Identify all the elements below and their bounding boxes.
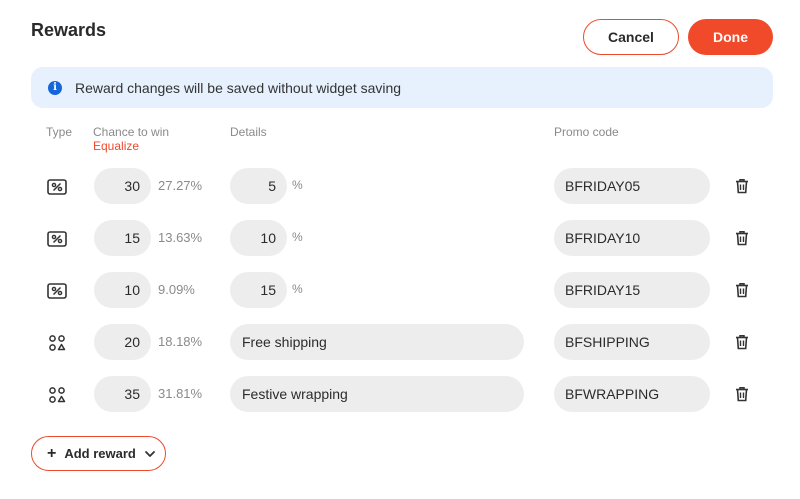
- chance-percent: 18.18%: [158, 334, 203, 349]
- column-header-type: Type: [46, 125, 73, 139]
- promo-code-input[interactable]: BFRIDAY15: [554, 272, 710, 308]
- reward-details-input[interactable]: Festive wrapping: [230, 376, 524, 412]
- reward-details-input[interactable]: Free shipping: [230, 324, 524, 360]
- discount-unit: %: [292, 178, 303, 192]
- discount-value-input[interactable]: 10: [230, 220, 287, 256]
- banner-text: Reward changes will be saved without wid…: [75, 79, 402, 96]
- equalize-link[interactable]: Equalize: [93, 139, 139, 153]
- other-gift-icon: [49, 335, 66, 351]
- plus-icon: +: [47, 444, 57, 462]
- discount-unit: %: [292, 230, 303, 244]
- done-button[interactable]: Done: [688, 19, 773, 55]
- discount-value-input[interactable]: 5: [230, 168, 287, 204]
- trash-icon[interactable]: [733, 385, 751, 403]
- column-header-chance: Chance to win: [93, 125, 170, 139]
- info-banner: i Reward changes will be saved without w…: [31, 67, 773, 108]
- reward-row: 35 31.81% Festive wrapping BFWRAPPING: [0, 376, 800, 412]
- discount-unit: %: [292, 282, 303, 296]
- chance-input[interactable]: 30: [94, 168, 151, 204]
- discount-icon: [47, 179, 67, 195]
- add-reward-button[interactable]: + Add reward: [31, 436, 166, 471]
- page-title: Rewards: [31, 20, 107, 40]
- cancel-button[interactable]: Cancel: [583, 19, 679, 55]
- promo-code-input[interactable]: BFRIDAY10: [554, 220, 710, 256]
- chance-percent: 13.63%: [158, 230, 203, 245]
- chance-percent: 27.27%: [158, 178, 203, 193]
- promo-code-input[interactable]: BFRIDAY05: [554, 168, 710, 204]
- reward-row: 20 18.18% Free shipping BFSHIPPING: [0, 324, 800, 360]
- trash-icon[interactable]: [733, 333, 751, 351]
- column-header-promo: Promo code: [554, 125, 619, 139]
- chance-percent: 31.81%: [158, 386, 203, 401]
- chevron-down-icon: [144, 450, 155, 457]
- chance-input[interactable]: 35: [94, 376, 151, 412]
- discount-icon: [47, 283, 67, 299]
- column-header-details: Details: [230, 125, 267, 139]
- discount-value-input[interactable]: 15: [230, 272, 287, 308]
- other-gift-icon: [49, 387, 66, 403]
- reward-row: 10 9.09% 15 % BFRIDAY15: [0, 272, 800, 308]
- chance-input[interactable]: 10: [94, 272, 151, 308]
- trash-icon[interactable]: [733, 281, 751, 299]
- chance-percent: 9.09%: [158, 282, 195, 297]
- promo-code-input[interactable]: BFSHIPPING: [554, 324, 710, 360]
- promo-code-input[interactable]: BFWRAPPING: [554, 376, 710, 412]
- chance-input[interactable]: 15: [94, 220, 151, 256]
- discount-icon: [47, 231, 67, 247]
- trash-icon[interactable]: [733, 229, 751, 247]
- reward-row: 15 13.63% 10 % BFRIDAY10: [0, 220, 800, 256]
- info-icon: i: [48, 80, 62, 95]
- trash-icon[interactable]: [733, 177, 751, 195]
- add-reward-label: Add reward: [64, 446, 136, 461]
- chance-input[interactable]: 20: [94, 324, 151, 360]
- reward-row: 30 27.27% 5 % BFRIDAY05: [0, 168, 800, 204]
